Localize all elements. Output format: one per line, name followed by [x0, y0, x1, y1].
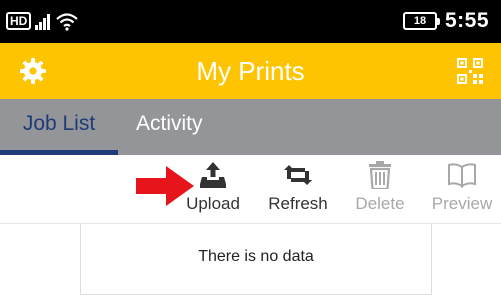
battery-icon: 18 [402, 12, 440, 30]
upload-icon [200, 162, 226, 188]
tab-job-list-label: Job List [22, 112, 96, 135]
status-bar: HD 18 5:55 [0, 0, 501, 43]
status-right-cluster: 18 5:55 [402, 8, 489, 34]
hd-icon: HD [6, 12, 32, 30]
refresh-label: Refresh [268, 194, 328, 213]
gear-icon[interactable] [19, 57, 47, 85]
tab-job-list[interactable]: Job List [0, 99, 118, 155]
battery-level: 18 [413, 15, 427, 27]
preview-label: Preview [431, 194, 493, 213]
page-title: My Prints [196, 56, 305, 86]
refresh-button[interactable]: Refresh [260, 161, 336, 221]
status-left-icons: HD [6, 9, 79, 33]
empty-message: There is no data [198, 248, 314, 265]
tab-activity-label: Activity [136, 112, 203, 135]
tab-bar: Job List Activity [0, 99, 501, 155]
red-arrow-icon [136, 166, 194, 206]
refresh-icon [284, 165, 312, 185]
delete-label: Delete [355, 194, 405, 213]
book-icon [448, 163, 476, 188]
delete-button[interactable]: Delete [342, 161, 418, 221]
status-clock: 5:55 [444, 9, 489, 32]
qr-code-icon[interactable] [456, 57, 484, 85]
trash-icon [369, 161, 391, 189]
action-toolbar: Upload Refresh Delete Preview [0, 155, 501, 223]
job-list-empty-state: There is no data [80, 224, 432, 295]
signal-icon [35, 14, 51, 30]
wifi-icon [56, 13, 79, 31]
preview-button[interactable]: Preview [424, 161, 500, 221]
app-bar: My Prints [0, 43, 501, 99]
tab-activity[interactable]: Activity [136, 99, 203, 155]
